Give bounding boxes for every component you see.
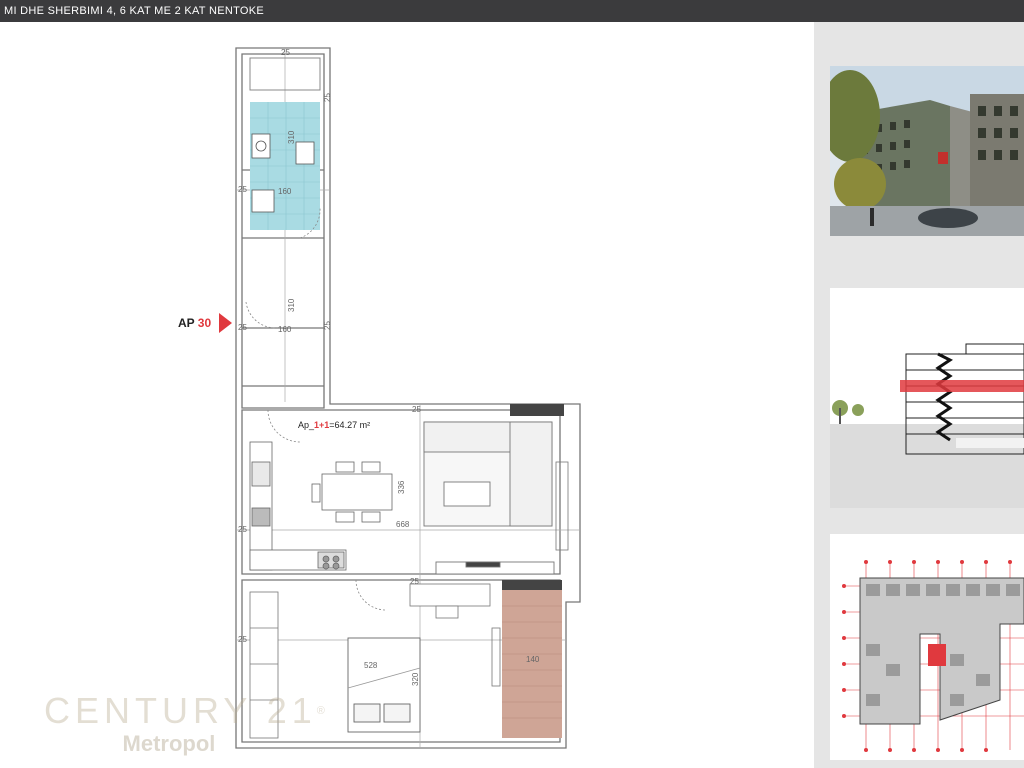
section-drawing xyxy=(830,288,1024,508)
header-title: MI DHE SHERBIMI 4, 6 KAT ME 2 KAT NENTOK… xyxy=(4,5,265,17)
dim-bath-width: 160 xyxy=(278,187,292,196)
dim-wall-3: 25 xyxy=(323,321,332,330)
dim-wall-5: 25 xyxy=(412,405,421,414)
dim-bedroom-width: 528 xyxy=(364,661,378,670)
dim-corridor-height: 310 xyxy=(287,298,296,312)
dim-wall-2: 25 xyxy=(238,185,247,194)
dining-table xyxy=(311,461,393,523)
dim-living-width: 668 xyxy=(396,520,410,529)
dim-living-height: 336 xyxy=(397,480,406,494)
right-panel xyxy=(814,22,1024,768)
dim-bedroom-height: 320 xyxy=(411,672,420,686)
dim-corridor-width: 160 xyxy=(278,325,292,334)
apartment-label: Ap_1+1=64.27 m² xyxy=(298,420,370,430)
header-bar: MI DHE SHERBIMI 4, 6 KAT ME 2 KAT NENTOK… xyxy=(0,0,1024,22)
building-photo xyxy=(830,66,1024,236)
dim-wall-1: 25 xyxy=(323,93,332,102)
dim-bath-height: 310 xyxy=(287,130,296,144)
dim-wall-7: 25 xyxy=(410,577,419,586)
living-window xyxy=(555,461,569,551)
dim-wall-8: 25 xyxy=(238,635,247,644)
unit-label: AP 30 xyxy=(178,316,211,330)
bathroom xyxy=(250,102,320,230)
site-plan xyxy=(830,534,1024,760)
dim-wall-4: 25 xyxy=(238,323,247,332)
entrance-arrow xyxy=(219,313,232,333)
dim-top: 25 xyxy=(281,48,290,57)
dim-balcony: 140 xyxy=(526,655,540,664)
desk xyxy=(409,583,491,619)
bed xyxy=(347,637,421,733)
floor-plan: AP 30 Ap_1+1=64.27 m² 25 310 160 310 160… xyxy=(0,22,814,768)
sofa xyxy=(423,421,555,575)
dim-wall-6: 25 xyxy=(238,525,247,534)
wardrobe xyxy=(249,591,279,739)
wall-block xyxy=(510,404,564,416)
